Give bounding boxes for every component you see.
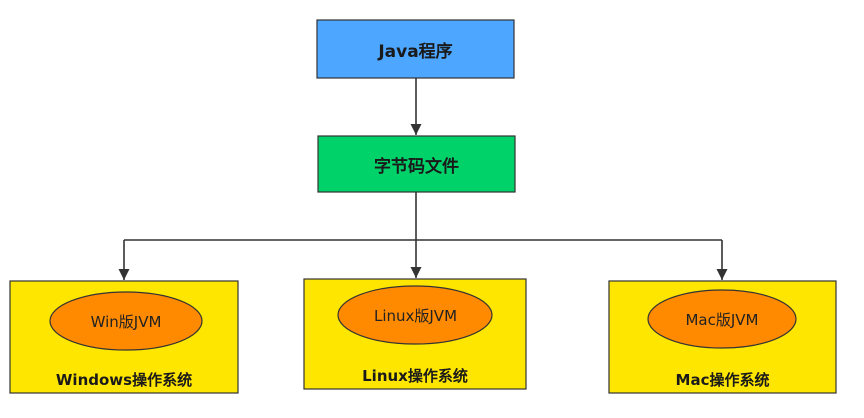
java-program-label: Java程序 bbox=[378, 41, 453, 62]
bytecode-file-label: 字节码文件 bbox=[374, 156, 459, 177]
linux-os-label: Linux操作系统 bbox=[362, 366, 468, 385]
linux-jvm-label: Linux版JVM bbox=[373, 306, 458, 325]
windows-os-label: Windows操作系统 bbox=[55, 370, 193, 389]
mac-os-label: Mac操作系统 bbox=[675, 370, 770, 389]
win-jvm-label: Win版JVM bbox=[90, 312, 162, 331]
mac-jvm-label: Mac版JVM bbox=[685, 310, 759, 329]
